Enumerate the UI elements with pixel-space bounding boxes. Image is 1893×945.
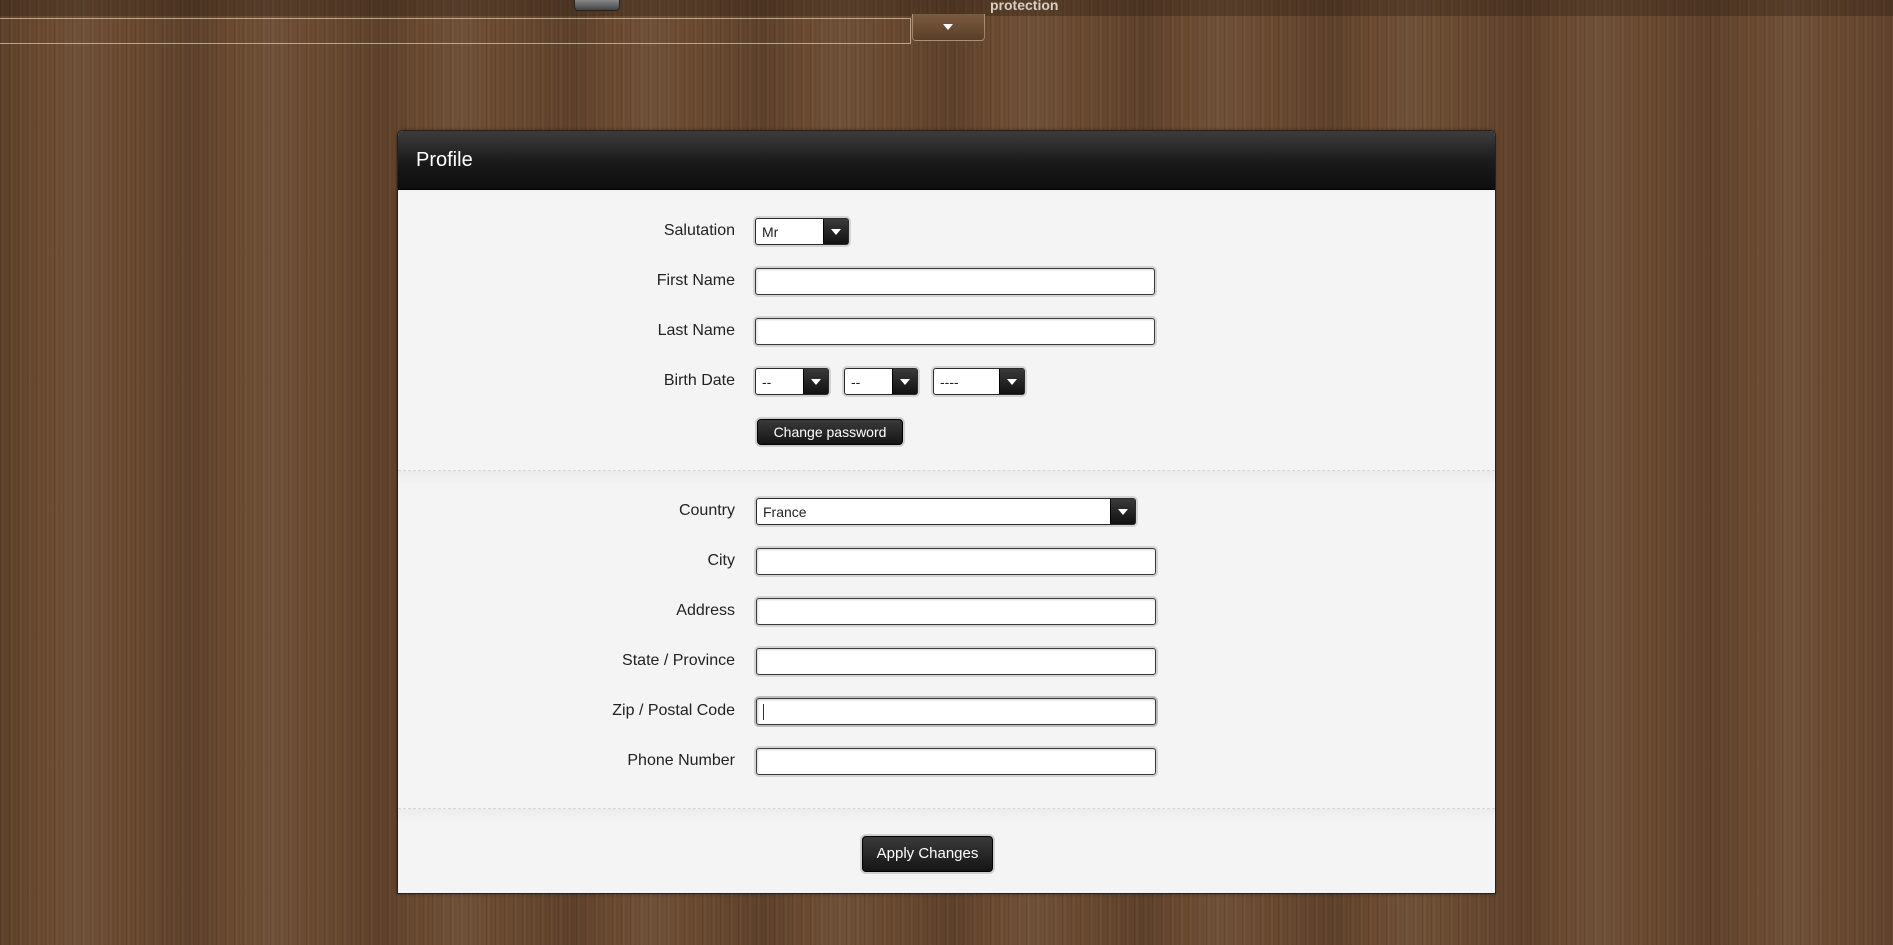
birth-month-value: -- [851, 374, 861, 390]
change-password-button[interactable]: Change password [757, 419, 903, 445]
state-label: State / Province [622, 652, 735, 669]
section-divider [398, 808, 1495, 822]
state-input[interactable] [756, 648, 1156, 675]
address-section: Country France City Address State / Prov… [398, 470, 1495, 808]
country-select[interactable]: France [756, 498, 1136, 525]
zip-row: Zip / Postal Code [398, 698, 1495, 728]
birth-month-select[interactable]: -- [844, 368, 918, 395]
birth-date-label: Birth Date [663, 372, 735, 389]
phone-row: Phone Number [398, 748, 1495, 778]
birth-month-dropdown-button[interactable] [892, 369, 917, 394]
address-label: Address [676, 602, 735, 619]
state-row: State / Province [398, 648, 1495, 678]
country-dropdown-button[interactable] [1110, 499, 1135, 524]
phone-input[interactable] [756, 748, 1156, 775]
last-name-row: Last Name [398, 318, 1495, 348]
country-value: France [763, 504, 807, 520]
profile-header: Profile [398, 131, 1495, 190]
chevron-down-icon [811, 379, 821, 385]
salutation-select[interactable]: Mr [755, 218, 849, 245]
chevron-down-icon [900, 379, 910, 385]
chevron-down-icon [943, 24, 953, 30]
zip-input[interactable] [756, 698, 1156, 725]
last-name-input[interactable] [755, 318, 1155, 345]
top-partial-text: protection [990, 0, 1059, 13]
birth-year-value: ---- [940, 374, 959, 390]
birth-day-dropdown-button[interactable] [803, 369, 828, 394]
birth-year-dropdown-button[interactable] [999, 369, 1024, 394]
chevron-down-icon [1007, 379, 1017, 385]
address-row: Address [398, 598, 1495, 628]
city-input[interactable] [756, 548, 1156, 575]
last-name-label: Last Name [657, 322, 735, 339]
birth-day-value: -- [762, 374, 772, 390]
salutation-dropdown-button[interactable] [823, 219, 848, 244]
salutation-row: Salutation Mr [398, 218, 1495, 248]
first-name-row: First Name [398, 268, 1495, 298]
birth-day-select[interactable]: -- [755, 368, 829, 395]
personal-section: Salutation Mr First Name Last Name Birth… [398, 190, 1495, 470]
city-row: City [398, 548, 1495, 578]
salutation-label: Salutation [663, 222, 735, 239]
phone-label: Phone Number [627, 752, 735, 769]
text-caret [763, 704, 764, 720]
top-dropdown-button[interactable] [912, 14, 985, 41]
chevron-down-icon [831, 229, 841, 235]
zip-label: Zip / Postal Code [612, 702, 735, 719]
address-input[interactable] [756, 598, 1156, 625]
country-label: Country [678, 502, 735, 519]
country-row: Country France [398, 498, 1495, 528]
profile-title: Profile [416, 149, 473, 171]
salutation-value: Mr [762, 224, 779, 240]
city-label: City [707, 552, 735, 569]
first-name-input[interactable] [755, 268, 1155, 295]
top-search-field[interactable] [0, 18, 911, 44]
chevron-down-icon [1118, 509, 1128, 515]
birth-date-row: Birth Date -- -- ---- [398, 368, 1495, 398]
apply-changes-button[interactable]: Apply Changes [862, 836, 993, 872]
profile-panel: Profile Salutation Mr First Name Last Na… [397, 130, 1496, 894]
first-name-label: First Name [656, 272, 735, 289]
top-handle-icon[interactable] [574, 0, 620, 11]
birth-year-select[interactable]: ---- [933, 368, 1025, 395]
